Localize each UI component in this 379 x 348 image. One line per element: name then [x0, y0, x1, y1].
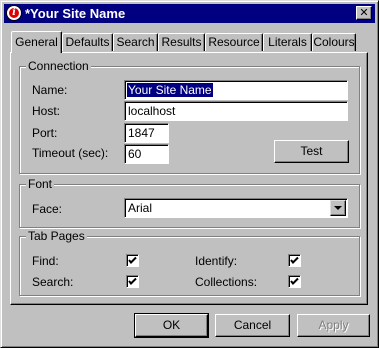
font-group: Font Face: Arial — [19, 177, 360, 228]
check-icon — [128, 256, 137, 264]
check-icon — [290, 277, 299, 285]
tab-results[interactable]: Results — [158, 33, 205, 51]
identify-label: Identify: — [195, 254, 238, 268]
title-bar: *Your Site Name ✕ — [4, 4, 375, 23]
timeout-field[interactable]: 60 — [124, 144, 169, 164]
face-label: Face: — [32, 202, 63, 216]
collections-label: Collections: — [195, 275, 258, 289]
host-field[interactable]: localhost — [124, 101, 348, 121]
apply-button[interactable]: Apply — [297, 314, 370, 337]
general-tab-panel: Connection Name: Your Site Name Host: lo… — [10, 52, 368, 305]
face-value: Arial — [128, 201, 153, 215]
tab-general[interactable]: General — [11, 31, 62, 53]
ok-button[interactable]: OK — [134, 313, 209, 338]
name-value: Your Site Name — [127, 83, 213, 97]
port-field[interactable]: 1847 — [124, 123, 169, 143]
search-label: Search: — [32, 275, 74, 289]
connection-group: Connection Name: Your Site Name Host: lo… — [19, 59, 360, 174]
tab-pages-group-label: Tab Pages — [26, 229, 87, 243]
name-field[interactable]: Your Site Name — [124, 80, 348, 100]
search-checkbox[interactable] — [126, 275, 139, 288]
cancel-button[interactable]: Cancel — [215, 314, 290, 337]
check-icon — [290, 256, 299, 264]
test-button[interactable]: Test — [274, 140, 349, 163]
close-button[interactable]: ✕ — [356, 6, 372, 20]
port-value: 1847 — [128, 126, 155, 140]
face-dropdown[interactable]: Arial — [124, 198, 348, 218]
tab-literals[interactable]: Literals — [263, 33, 312, 51]
port-label: Port: — [32, 126, 58, 140]
connection-group-label: Connection — [26, 59, 91, 73]
settings-dialog: *Your Site Name ✕ General Defaults Searc… — [0, 0, 379, 348]
timeout-value: 60 — [128, 147, 142, 161]
host-label: Host: — [32, 104, 61, 118]
tab-defaults[interactable]: Defaults — [62, 33, 113, 51]
host-value: localhost — [128, 104, 176, 118]
name-label: Name: — [32, 83, 68, 97]
tab-search[interactable]: Search — [113, 33, 158, 51]
tab-resource[interactable]: Resource — [205, 33, 263, 51]
find-label: Find: — [32, 254, 59, 268]
identify-checkbox[interactable] — [288, 254, 301, 267]
tab-pages-group: Tab Pages Find: Search: Identify: Collec… — [19, 229, 360, 296]
collections-checkbox[interactable] — [288, 275, 301, 288]
font-group-label: Font — [26, 177, 55, 191]
chevron-down-icon[interactable] — [330, 200, 346, 216]
find-checkbox[interactable] — [126, 254, 139, 267]
timeout-label: Timeout (sec): — [32, 146, 109, 160]
window-title: *Your Site Name — [25, 6, 126, 21]
tab-colours[interactable]: Colours — [312, 33, 356, 51]
info-icon — [6, 5, 22, 21]
check-icon — [128, 277, 137, 285]
